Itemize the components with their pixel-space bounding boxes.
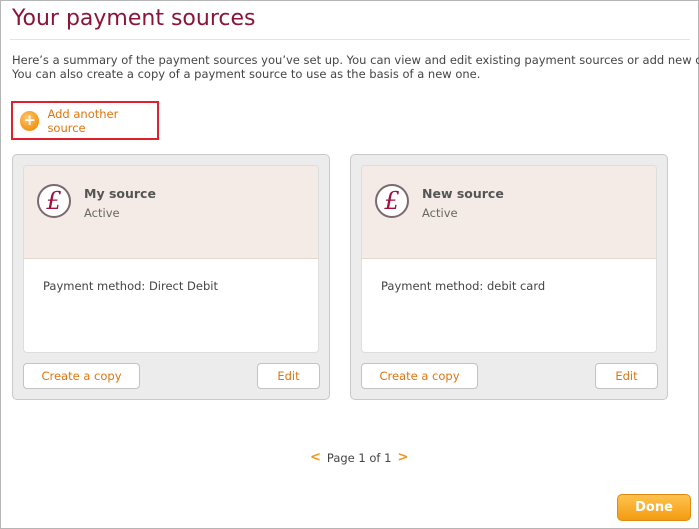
source-status: Active xyxy=(422,206,458,220)
source-status: Active xyxy=(84,206,120,220)
page-indicator: Page 1 of 1 xyxy=(326,450,392,465)
payment-source-details: £ New source Active Payment method: debi… xyxy=(361,165,657,353)
done-button[interactable]: Done xyxy=(617,494,691,521)
payment-source-header: £ New source Active xyxy=(362,166,656,259)
payment-source-header: £ My source Active xyxy=(24,166,318,259)
payment-source-details: £ My source Active Payment method: Direc… xyxy=(23,165,319,353)
payment-source-card: £ New source Active Payment method: debi… xyxy=(350,154,668,400)
source-name: My source xyxy=(84,186,156,201)
pagination: < Page 1 of 1 > xyxy=(310,450,408,465)
payment-source-card: £ My source Active Payment method: Direc… xyxy=(12,154,330,400)
add-another-source-button[interactable]: + Add another source xyxy=(11,101,159,140)
payment-sources-panel: Your payment sources Here’s a summary of… xyxy=(0,0,699,529)
create-copy-button[interactable]: Create a copy xyxy=(23,363,140,389)
create-copy-button[interactable]: Create a copy xyxy=(361,363,478,389)
payment-method-text: Payment method: debit card xyxy=(381,279,546,293)
pound-icon: £ xyxy=(375,184,409,218)
add-another-source-label: Add another source xyxy=(47,106,119,135)
pound-icon: £ xyxy=(37,184,71,218)
edit-button[interactable]: Edit xyxy=(595,363,658,389)
payment-method-text: Payment method: Direct Debit xyxy=(43,279,218,293)
intro-line-1: Here’s a summary of the payment sources … xyxy=(12,53,699,67)
previous-page-chevron-icon[interactable]: < xyxy=(310,450,321,465)
edit-button[interactable]: Edit xyxy=(257,363,320,389)
intro-line-2: You can also create a copy of a payment … xyxy=(12,67,481,81)
next-page-chevron-icon[interactable]: > xyxy=(397,450,408,465)
source-name: New source xyxy=(422,186,504,201)
title-divider xyxy=(10,39,690,40)
plus-icon: + xyxy=(20,110,40,131)
intro-text: Here’s a summary of the payment sources … xyxy=(12,53,699,81)
page-title: Your payment sources xyxy=(12,6,256,31)
